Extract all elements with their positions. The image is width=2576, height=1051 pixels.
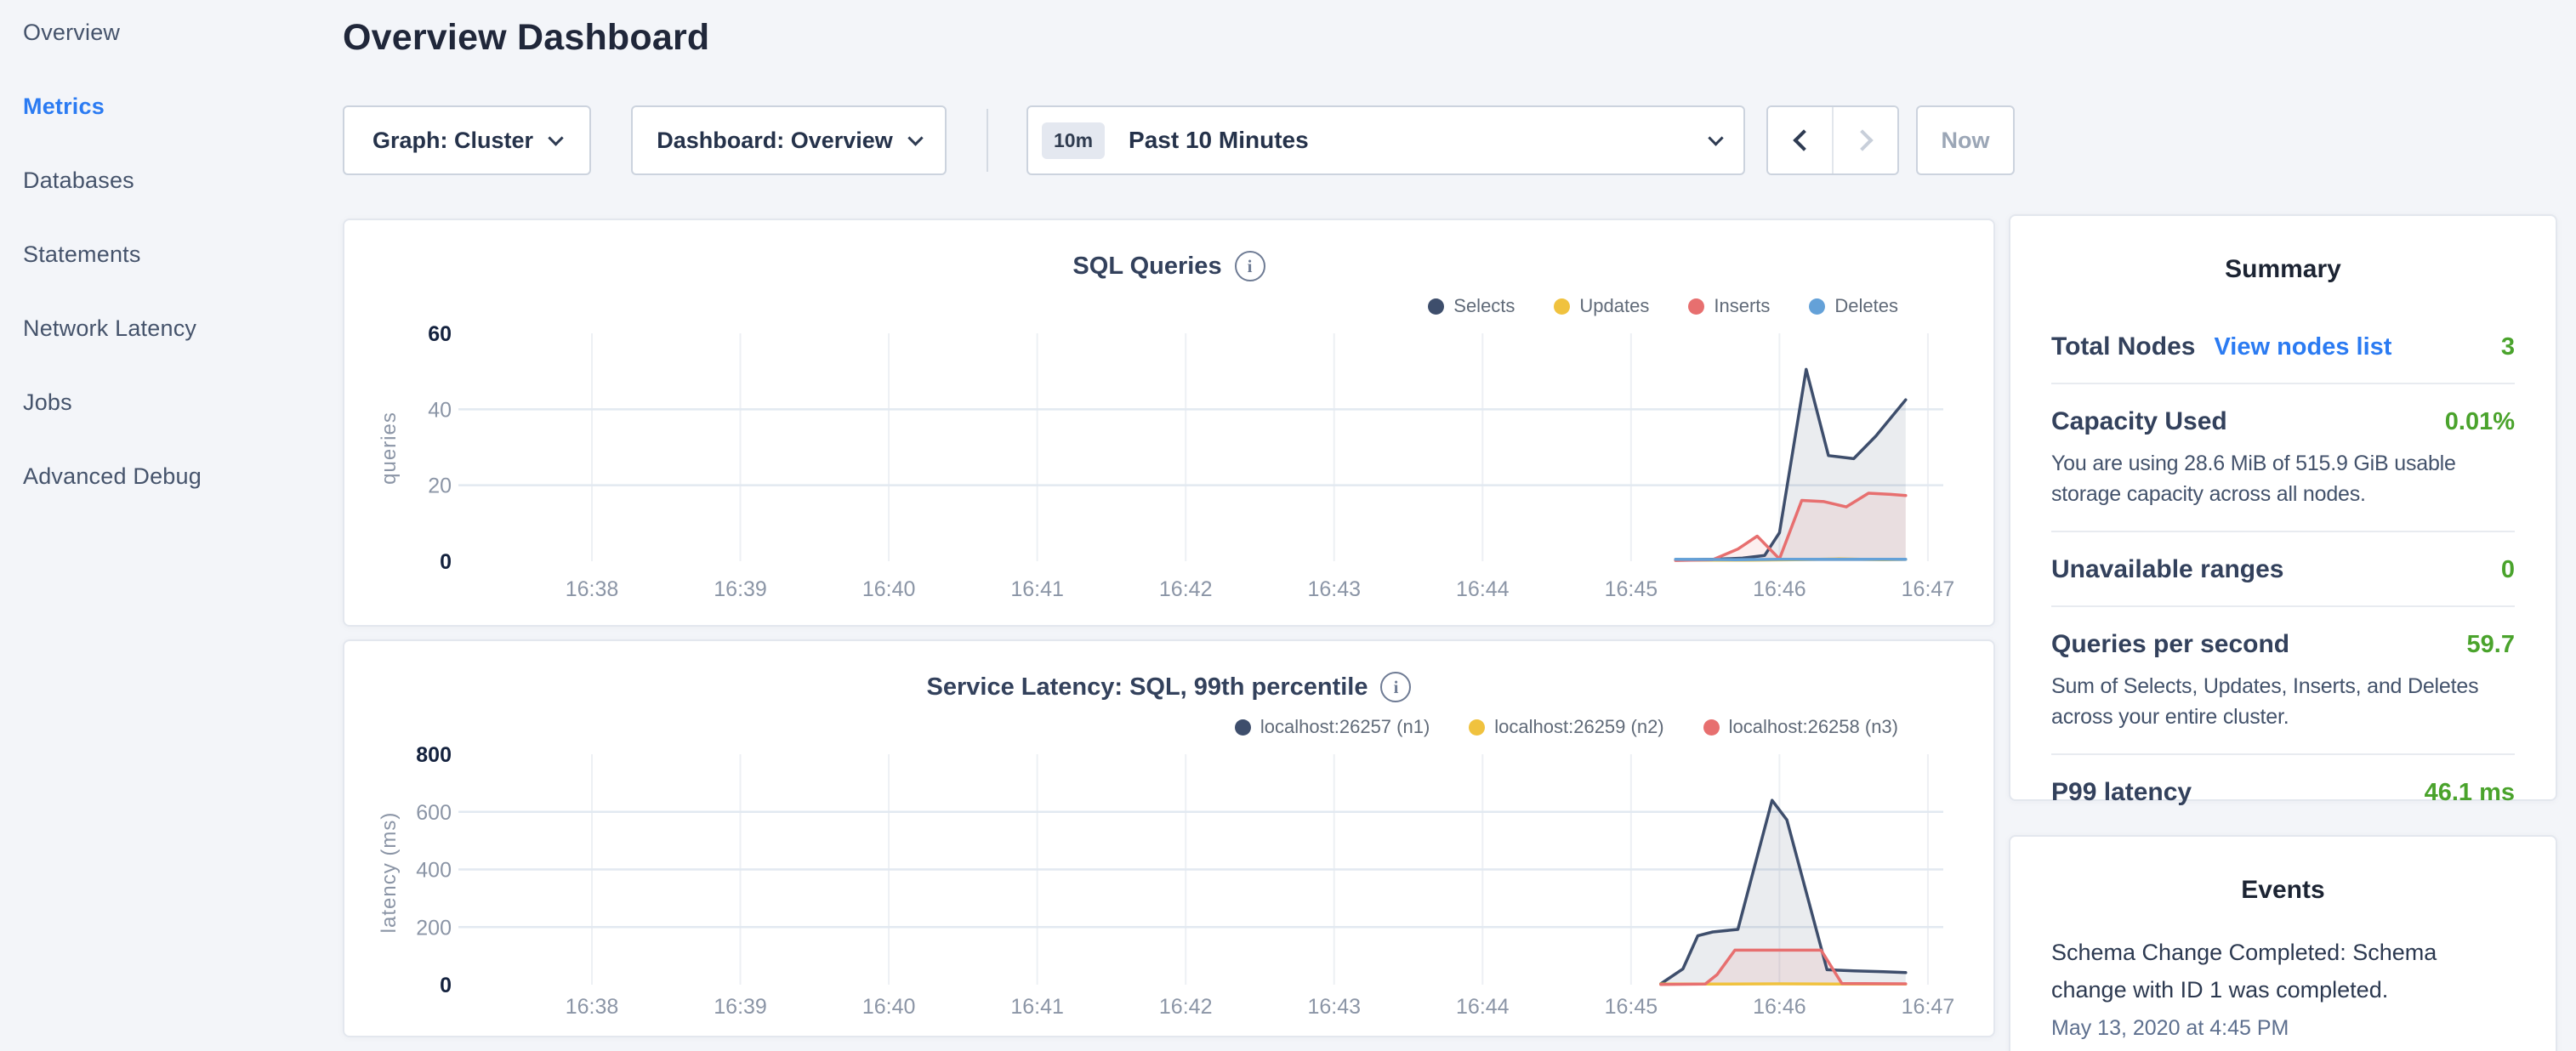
summary-row-label: Queries per second <box>2051 630 2289 659</box>
summary-row-line: P99 latency 46.1 ms <box>2051 778 2515 807</box>
events-panel: Events Schema Change Completed: Schema ch… <box>2009 835 2557 1051</box>
svg-text:16:45: 16:45 <box>1605 577 1658 601</box>
svg-text:16:38: 16:38 <box>566 995 619 1019</box>
summary-row-description: Sum of Selects, Updates, Inserts, and De… <box>2051 671 2515 732</box>
page-title: Overview Dashboard <box>343 17 709 59</box>
svg-text:200: 200 <box>416 916 452 940</box>
summary-row-label: Total Nodes <box>2051 332 2195 361</box>
service-latency-chart-panel: Service Latency: SQL, 99th percentileilo… <box>343 639 1995 1037</box>
chevron-down-icon <box>1708 130 1723 145</box>
summary-row-value: 3 <box>2501 333 2515 361</box>
svg-text:600: 600 <box>416 801 452 825</box>
summary-row-description: You are using 28.6 MiB of 515.9 GiB usab… <box>2051 448 2515 509</box>
chart-plot: 0 200 400 600 800 16:38 16:39 16:40 16:41 16:42 16… <box>344 641 1993 1036</box>
svg-text:60: 60 <box>428 322 452 346</box>
time-range-dropdown[interactable]: 10m Past 10 Minutes <box>1026 105 1745 175</box>
time-step-buttons <box>1766 105 1899 175</box>
svg-text:0: 0 <box>440 974 452 997</box>
svg-text:0: 0 <box>440 550 452 574</box>
svg-text:latency (ms): latency (ms) <box>378 812 401 934</box>
events-title: Events <box>2051 837 2515 905</box>
svg-text:16:47: 16:47 <box>1902 995 1955 1019</box>
summary-panel: Summary Total Nodes View nodes list 3 Capaci… <box>2009 214 2557 801</box>
summary-row: Total Nodes View nodes list 3 <box>2051 310 2515 383</box>
svg-text:16:40: 16:40 <box>862 995 916 1019</box>
svg-text:16:45: 16:45 <box>1605 995 1658 1019</box>
sidebar-item-metrics[interactable]: Metrics <box>23 94 304 120</box>
sidebar-item-statements[interactable]: Statements <box>23 241 304 268</box>
svg-text:16:46: 16:46 <box>1753 995 1806 1019</box>
svg-text:16:40: 16:40 <box>862 577 916 601</box>
svg-text:16:38: 16:38 <box>566 577 619 601</box>
sidebar-item-databases[interactable]: Databases <box>23 168 304 194</box>
graph-dropdown-label: Graph: Cluster <box>372 128 533 154</box>
summary-row: P99 latency 46.1 ms <box>2051 753 2515 828</box>
chart-plot: 0 20 40 60 16:38 16:39 16:40 16:41 16:42 16:43 16:… <box>344 220 1993 625</box>
svg-text:16:39: 16:39 <box>714 577 767 601</box>
summary-row: Capacity Used 0.01% You are using 28.6 MiB… <box>2051 383 2515 531</box>
svg-text:16:43: 16:43 <box>1307 577 1361 601</box>
summary-row: Unavailable ranges 0 <box>2051 531 2515 605</box>
time-next-button[interactable] <box>1834 107 1897 173</box>
time-range-badge: 10m <box>1042 122 1105 159</box>
now-button[interactable]: Now <box>1916 105 2015 175</box>
summary-row-line: Total Nodes View nodes list 3 <box>2051 332 2515 361</box>
svg-text:16:41: 16:41 <box>1010 995 1064 1019</box>
summary-row-value: 0 <box>2501 556 2515 584</box>
toolbar-divider <box>987 109 988 172</box>
event-timestamp: May 13, 2020 at 4:45 PM <box>2051 1016 2515 1041</box>
dashboard-dropdown[interactable]: Dashboard: Overview <box>631 105 947 175</box>
chevron-right-icon <box>1851 129 1873 151</box>
svg-text:16:43: 16:43 <box>1307 995 1361 1019</box>
summary-row-line: Queries per second 59.7 <box>2051 630 2515 659</box>
svg-text:16:44: 16:44 <box>1456 995 1510 1019</box>
chevron-down-icon <box>548 130 563 145</box>
svg-text:queries: queries <box>378 412 401 485</box>
sidebar-item-jobs[interactable]: Jobs <box>23 389 304 416</box>
svg-text:16:42: 16:42 <box>1159 577 1213 601</box>
summary-row-line: Unavailable ranges 0 <box>2051 555 2515 584</box>
sql-queries-chart-panel: SQL QueriesiSelectsUpdatesInsertsDeletes… <box>343 219 1995 627</box>
summary-row-label: P99 latency <box>2051 778 2192 807</box>
svg-text:16:39: 16:39 <box>714 995 767 1019</box>
time-range-label: Past 10 Minutes <box>1129 127 1309 154</box>
summary-row: Queries per second 59.7 Sum of Selects, Up… <box>2051 605 2515 753</box>
event-item[interactable]: Schema Change Completed: Schema change w… <box>2051 934 2515 1041</box>
chevron-down-icon <box>907 130 923 145</box>
graph-dropdown[interactable]: Graph: Cluster <box>343 105 591 175</box>
svg-text:16:47: 16:47 <box>1902 577 1955 601</box>
event-text: Schema Change Completed: Schema change w… <box>2051 934 2515 1008</box>
svg-text:16:44: 16:44 <box>1456 577 1510 601</box>
svg-text:16:42: 16:42 <box>1159 995 1213 1019</box>
view-nodes-list-link[interactable]: View nodes list <box>2214 333 2391 361</box>
svg-text:800: 800 <box>416 743 452 767</box>
svg-text:40: 40 <box>428 398 452 422</box>
sidebar-item-advanced-debug[interactable]: Advanced Debug <box>23 463 304 490</box>
summary-row-value: 46.1 ms <box>2425 779 2515 807</box>
sidebar: Overview Metrics Databases Statements Networ… <box>23 20 304 537</box>
summary-row-value: 59.7 <box>2467 631 2515 659</box>
summary-row-label: Capacity Used <box>2051 407 2227 436</box>
svg-text:16:41: 16:41 <box>1010 577 1064 601</box>
dashboard-dropdown-label: Dashboard: Overview <box>657 128 893 154</box>
svg-text:20: 20 <box>428 474 452 498</box>
svg-text:16:46: 16:46 <box>1753 577 1806 601</box>
summary-row-line: Capacity Used 0.01% <box>2051 407 2515 436</box>
toolbar: Graph: Cluster Dashboard: Overview 10m P… <box>343 105 2015 175</box>
svg-text:400: 400 <box>416 859 452 883</box>
sidebar-item-network-latency[interactable]: Network Latency <box>23 315 304 342</box>
time-prev-button[interactable] <box>1768 107 1834 173</box>
chevron-left-icon <box>1793 129 1814 151</box>
summary-row-value: 0.01% <box>2445 408 2515 436</box>
summary-title: Summary <box>2051 216 2515 284</box>
summary-row-label: Unavailable ranges <box>2051 555 2283 584</box>
summary-rows: Total Nodes View nodes list 3 Capacity Used… <box>2051 310 2515 828</box>
sidebar-item-overview[interactable]: Overview <box>23 20 304 46</box>
